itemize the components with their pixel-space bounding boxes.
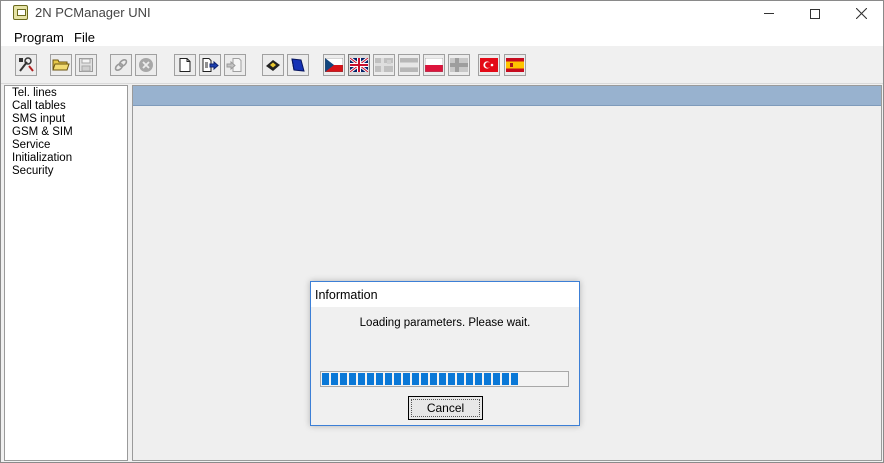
stop-circle-icon <box>139 58 153 72</box>
app-icon <box>13 5 28 20</box>
tree-item-gsm-sim[interactable]: GSM & SIM <box>5 126 127 139</box>
cancel-button[interactable]: Cancel <box>408 396 483 420</box>
import-document-icon <box>226 58 242 72</box>
menu-bar: Program File <box>1 26 883 46</box>
dialog-message: Loading parameters. Please wait. <box>359 317 531 329</box>
menu-file[interactable]: File <box>74 30 95 45</box>
flag-czech-icon <box>325 58 343 72</box>
dialog-title-bar: Information <box>311 282 579 307</box>
tree-item-call-tables[interactable]: Call tables <box>5 100 127 113</box>
flag-disabled-1-icon <box>375 58 393 72</box>
tree-item-tel-lines[interactable]: Tel. lines <box>5 87 127 100</box>
flag-spain-button[interactable] <box>504 54 526 76</box>
config-tools-icon <box>19 57 34 72</box>
flag-poland-icon <box>425 58 443 72</box>
config-tools-button[interactable] <box>15 54 37 76</box>
connect-link-icon <box>114 58 128 72</box>
menu-program[interactable]: Program <box>14 30 64 45</box>
flag-turkey-button[interactable] <box>478 54 500 76</box>
flag-spain-icon <box>506 58 524 72</box>
flag-uk-button[interactable] <box>348 54 370 76</box>
open-folder-icon <box>52 59 70 71</box>
flag-disabled-2-icon <box>400 58 418 72</box>
blue-book-button[interactable] <box>287 54 309 76</box>
window-title: 2N PCManager UNI <box>35 5 151 20</box>
flag-disabled-3-icon <box>450 58 468 72</box>
tree-item-sms-input[interactable]: SMS input <box>5 113 127 126</box>
main-panel-header <box>133 86 881 106</box>
close-button[interactable] <box>838 1 884 26</box>
import-document-button[interactable] <box>224 54 246 76</box>
new-document-icon <box>179 58 191 72</box>
flag-disabled-2-button[interactable] <box>398 54 420 76</box>
stop-button[interactable] <box>135 54 157 76</box>
progress-bar <box>320 371 569 387</box>
tree-item-security[interactable]: Security <box>5 165 127 178</box>
export-document-icon <box>202 58 219 72</box>
new-document-button[interactable] <box>174 54 196 76</box>
save-button[interactable] <box>75 54 97 76</box>
tree-item-initialization[interactable]: Initialization <box>5 152 127 165</box>
sim-card-button[interactable] <box>262 54 284 76</box>
flag-poland-button[interactable] <box>423 54 445 76</box>
blue-book-icon <box>291 58 305 72</box>
maximize-icon <box>810 8 820 19</box>
close-icon <box>855 8 867 19</box>
export-document-button[interactable] <box>199 54 221 76</box>
maximize-button[interactable] <box>792 1 838 26</box>
flag-disabled-3-button[interactable] <box>448 54 470 76</box>
information-dialog: Information Loading parameters. Please w… <box>310 281 580 426</box>
flag-uk-icon <box>350 58 368 72</box>
minimize-icon <box>764 13 774 14</box>
app-window: 2N PCManager UNI Program File Tel. lines… <box>0 0 884 463</box>
open-button[interactable] <box>50 54 72 76</box>
flag-disabled-1-button[interactable] <box>373 54 395 76</box>
flag-czech-button[interactable] <box>323 54 345 76</box>
minimize-button[interactable] <box>746 1 792 26</box>
toolbar <box>1 46 883 84</box>
dialog-title: Information <box>315 288 378 302</box>
tree-item-service[interactable]: Service <box>5 139 127 152</box>
connect-button[interactable] <box>110 54 132 76</box>
progress-bar-fill <box>322 373 518 385</box>
save-disk-icon <box>79 58 93 72</box>
flag-turkey-icon <box>480 58 498 72</box>
title-bar: 2N PCManager UNI <box>1 1 883 26</box>
navigation-tree: Tel. lines Call tables SMS input GSM & S… <box>4 85 128 461</box>
sim-card-icon <box>266 60 280 71</box>
